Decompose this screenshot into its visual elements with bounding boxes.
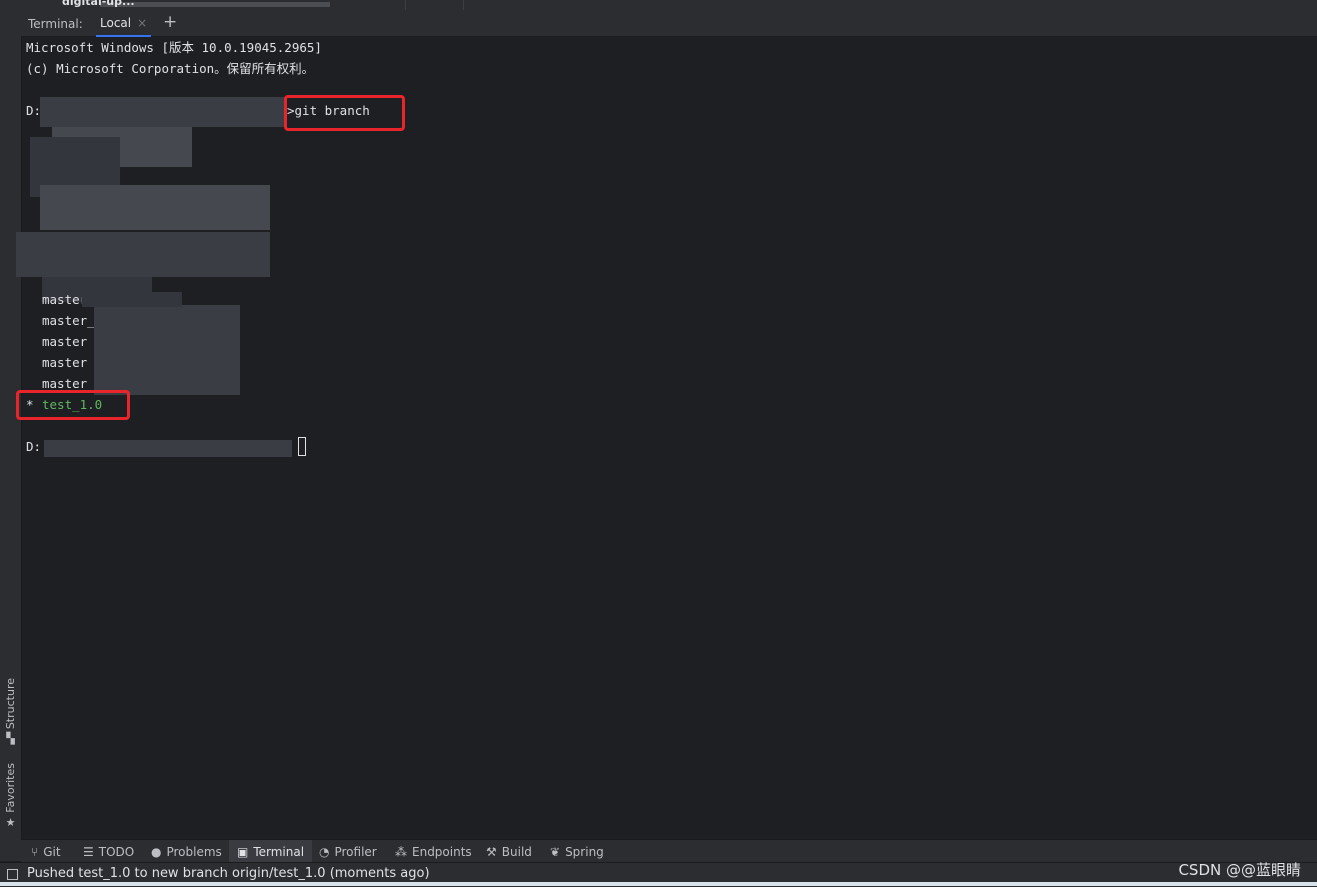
- redacted-block: [44, 440, 292, 457]
- tool-window-endpoints[interactable]: ⁂ Endpoints: [387, 840, 480, 863]
- close-icon[interactable]: ×: [137, 16, 147, 30]
- divider: [463, 0, 464, 10]
- tool-window-label: TODO: [98, 844, 135, 859]
- spring-leaf-icon: ❦: [550, 844, 561, 859]
- tool-window-build[interactable]: ⚒ Build: [478, 840, 540, 863]
- favorites-tab[interactable]: Favorites ★: [0, 763, 21, 829]
- branch-item: master: [42, 355, 88, 370]
- tool-window-bar: ⑂ Git ☰ TODO ● Problems ▣ Terminal ◔ Pro…: [21, 839, 1317, 863]
- terminal-icon: ▣: [237, 844, 249, 859]
- terminal-tab-bar: Terminal: Local × +: [21, 10, 1317, 37]
- panel-toggle-icon[interactable]: [7, 869, 18, 880]
- project-crumb[interactable]: digital-up...: [62, 0, 135, 8]
- tool-window-label: Terminal: [253, 844, 305, 859]
- prompt-drive: D:: [26, 439, 42, 454]
- terminal-cursor: [298, 437, 306, 456]
- star-icon: ★: [5, 815, 16, 829]
- redacted-block: [94, 305, 240, 395]
- branch-item: master: [42, 334, 88, 349]
- status-message[interactable]: Pushed test_1.0 to new branch origin/tes…: [27, 866, 430, 881]
- branch-item: master: [42, 292, 88, 307]
- tool-window-todo[interactable]: ☰ TODO: [75, 840, 142, 863]
- git-branch-icon: ⑂: [31, 844, 39, 859]
- tool-window-git[interactable]: ⑂ Git: [23, 840, 69, 863]
- tool-window-label: Spring: [565, 844, 604, 859]
- tool-window-label: Problems: [166, 844, 222, 859]
- watermark: CSDN @@蓝眼睛: [1178, 861, 1301, 879]
- redacted-block: [82, 292, 182, 307]
- redacted-block: [40, 97, 285, 127]
- favorites-tab-label: Favorites: [4, 763, 17, 813]
- tool-window-label: Profiler: [334, 844, 377, 859]
- structure-tab[interactable]: Structure ▚: [0, 678, 21, 745]
- window-edge: [0, 882, 1317, 886]
- tool-window-label: Git: [43, 844, 61, 859]
- tool-window-label: Build: [501, 844, 532, 859]
- list-icon: ☰: [83, 844, 94, 859]
- tool-window-terminal[interactable]: ▣ Terminal: [229, 840, 313, 863]
- redacted-block: [16, 232, 270, 277]
- problems-icon: ●: [151, 844, 162, 859]
- structure-tab-label: Structure: [4, 678, 17, 730]
- redacted-block: [40, 185, 270, 230]
- left-tool-bar: Structure ▚ Favorites ★: [0, 10, 22, 861]
- terminal-line: Microsoft Windows [版本 10.0.19045.2965]: [26, 40, 322, 55]
- new-tab-icon[interactable]: +: [163, 12, 177, 32]
- highlight-box: [284, 95, 405, 131]
- prompt-drive: D:: [26, 103, 42, 118]
- tab-local[interactable]: Local ×: [96, 10, 152, 37]
- terminal-label: Terminal:: [28, 17, 83, 31]
- branch-item: master_: [42, 313, 95, 328]
- divider: [405, 0, 406, 10]
- tool-window-label: Endpoints: [412, 844, 472, 859]
- tool-window-spring[interactable]: ❦ Spring: [542, 840, 612, 863]
- endpoints-icon: ⁂: [395, 844, 407, 859]
- hammer-icon: ⚒: [486, 844, 497, 859]
- terminal-output[interactable]: Microsoft Windows [版本 10.0.19045.2965] (…: [16, 37, 1317, 839]
- terminal-line: (c) Microsoft Corporation。保留所有权利。: [26, 61, 315, 76]
- structure-icon: ▚: [6, 732, 15, 746]
- profiler-icon: ◔: [319, 844, 330, 859]
- highlight-box: [16, 390, 130, 420]
- tab-local-label: Local: [100, 15, 132, 30]
- tool-window-profiler[interactable]: ◔ Profiler: [311, 840, 385, 863]
- tool-window-problems[interactable]: ● Problems: [143, 840, 230, 863]
